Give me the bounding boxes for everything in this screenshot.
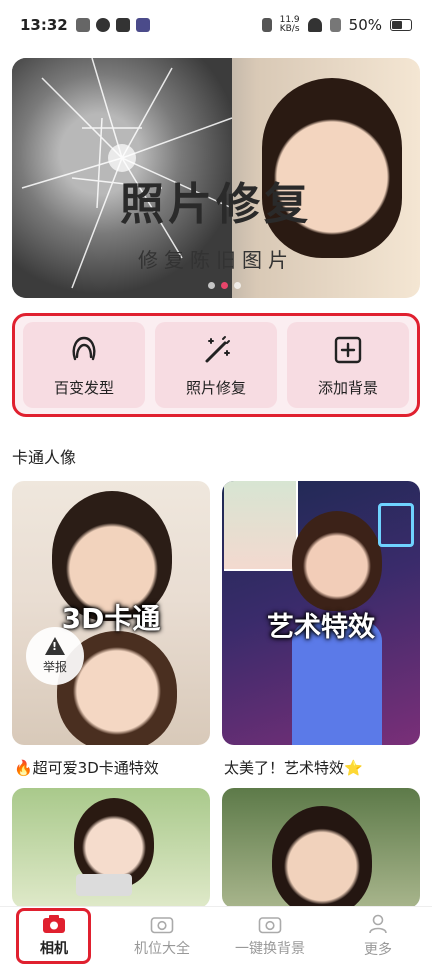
- report-button[interactable]: 举报: [26, 627, 84, 685]
- card-portrait-camera[interactable]: [12, 788, 210, 908]
- nav-change-background[interactable]: 一键换背景: [216, 907, 324, 964]
- inset-photo: [224, 481, 298, 571]
- neon-sign: [378, 503, 414, 547]
- status-right-icons: 11.9 KB/s 50%: [261, 16, 412, 34]
- card-portrait-outdoor[interactable]: [222, 788, 420, 908]
- tool-label: 添加背景: [317, 378, 378, 397]
- person-icon: [369, 914, 387, 933]
- status-left-icons: [75, 18, 150, 32]
- card-3d-cartoon[interactable]: 3D卡通 举报: [12, 481, 210, 745]
- pagination-dot[interactable]: [234, 282, 241, 289]
- card-caption: 太美了！艺术特效⭐: [224, 759, 363, 777]
- nav-more[interactable]: 更多: [324, 907, 432, 964]
- camera-prop: [76, 874, 132, 896]
- portrait-art: [292, 511, 382, 611]
- battery-icon: [390, 19, 412, 31]
- pagination-dot-active[interactable]: [221, 282, 228, 289]
- nav-camera-highlight: [16, 908, 91, 964]
- sim-off-icon: [329, 18, 341, 32]
- portrait-outdoor-girl: [272, 806, 372, 908]
- app-icon: [95, 18, 110, 32]
- tool-hairstyle[interactable]: 百变发型: [23, 322, 145, 408]
- section-title: 卡通人像: [12, 448, 77, 467]
- crown-icon: [75, 18, 90, 32]
- hero-banner[interactable]: 照片修复 修复陈旧图片: [12, 58, 420, 298]
- camera-outline-icon: [150, 916, 174, 933]
- report-label: 举报: [42, 660, 67, 674]
- nav-angles[interactable]: 机位大全: [108, 907, 216, 964]
- camera-outline-icon: [258, 916, 282, 933]
- app-badge-icon: [115, 18, 130, 32]
- network-speed: 11.9 KB/s: [280, 16, 300, 34]
- netspeed-unit: KB/s: [279, 24, 300, 34]
- vibrate-icon: [261, 18, 272, 32]
- tool-label: 照片修复: [185, 378, 246, 397]
- card-caption: 🔥超可爱3D卡通特效: [14, 759, 159, 777]
- wifi-icon: [307, 18, 322, 32]
- pagination-dot[interactable]: [208, 282, 215, 289]
- tool-label: 百变发型: [53, 378, 114, 397]
- banner-pagination: [208, 282, 241, 289]
- battery-percent: 50%: [348, 16, 382, 34]
- nav-label: 更多: [364, 941, 392, 958]
- warning-icon: [45, 637, 65, 655]
- tool-photo-repair[interactable]: 照片修复: [155, 322, 277, 408]
- banner-subtitle: 修复陈旧图片: [138, 248, 294, 272]
- hair-icon: [72, 336, 96, 360]
- play-icon: [135, 18, 150, 32]
- status-time: 13:32: [20, 16, 68, 34]
- banner-title: 照片修复: [120, 179, 312, 230]
- magic-wand-icon: [205, 335, 230, 362]
- feature-tools: 百变发型 照片修复 添加背景: [12, 313, 420, 417]
- add-square-icon: [334, 336, 362, 363]
- card-overlay-text: 艺术特效: [267, 612, 375, 643]
- card-art-effect[interactable]: 艺术特效: [222, 481, 420, 745]
- status-bar: 13:32 11.9 KB/s 50%: [0, 0, 432, 50]
- nav-label: 一键换背景: [235, 940, 305, 957]
- nav-label: 机位大全: [134, 940, 190, 957]
- tool-add-background[interactable]: 添加背景: [287, 322, 409, 408]
